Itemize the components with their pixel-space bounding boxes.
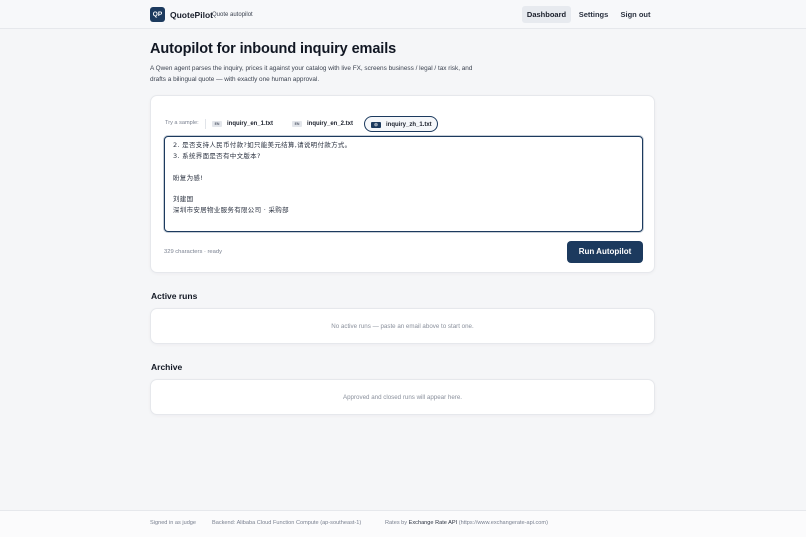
nav-dashboard[interactable]: Dashboard: [522, 6, 571, 23]
logo-icon[interactable]: QP: [150, 7, 165, 22]
sample-name: inquiry_zh_1.txt: [386, 122, 432, 128]
brand-tagline: Quote autopilot: [212, 12, 253, 18]
top-bar: QP QuotePilot Quote autopilot Dashboard …: [0, 0, 806, 29]
signed-in-status: Signed in as judge: [150, 520, 197, 526]
editor-line: 3. 系统界面是否有中文版本?: [173, 152, 261, 160]
archive-empty-message: Approved and closed runs will appear her…: [342, 394, 462, 401]
footer: Signed in as judge Backend: Alibaba Clou…: [0, 510, 806, 537]
sample-name: inquiry_en_2.txt: [307, 121, 354, 127]
sample-inquiry-en-1[interactable]: EN inquiry_en_1.txt: [206, 116, 276, 132]
inquiry-textarea[interactable]: 2. 是否支持人民币付款?如只能美元结算,请说明付款方式。 3. 系统界面是否有…: [164, 136, 643, 232]
active-runs-empty-message: No active runs — paste an email above to…: [331, 323, 474, 330]
active-runs-card: No active runs — paste an email above to…: [150, 308, 655, 344]
editor-line: 刘建国: [173, 195, 194, 203]
rates-prefix: Rates by: [385, 520, 408, 526]
rates-attribution: Rates by Exchange Rate API (https://www.…: [385, 520, 548, 526]
nav-settings[interactable]: Settings: [575, 6, 612, 23]
backend-info: Backend: Alibaba Cloud Function Compute …: [212, 520, 362, 526]
composer-card: Try a sample: EN inquiry_en_1.txt EN inq…: [150, 95, 655, 273]
rates-url: (https://www.exchangerate-api.com): [458, 520, 548, 526]
brand-name[interactable]: QuotePilot: [170, 10, 213, 20]
page-title: Autopilot for inbound inquiry emails: [150, 41, 397, 57]
language-flag-icon: EN: [292, 121, 302, 127]
rates-source-link[interactable]: Exchange Rate API: [409, 520, 458, 526]
language-flag-icon: EN: [212, 121, 222, 127]
character-count: 329 characters · ready: [164, 249, 222, 255]
archive-heading: Archive: [151, 362, 183, 372]
sample-name: inquiry_en_1.txt: [227, 121, 274, 127]
sample-inquiry-en-2[interactable]: EN inquiry_en_2.txt: [286, 116, 361, 132]
nav-sign-out[interactable]: Sign out: [617, 6, 654, 23]
editor-line: 盼复为感!: [173, 174, 204, 182]
active-runs-heading: Active runs: [151, 291, 198, 301]
run-autopilot-button[interactable]: Run Autopilot: [567, 241, 643, 263]
try-sample-label: Try a sample:: [165, 120, 199, 126]
sample-inquiry-zh-1[interactable]: 中 inquiry_zh_1.txt: [364, 116, 438, 132]
archive-card: Approved and closed runs will appear her…: [150, 379, 655, 415]
language-flag-icon: 中: [371, 122, 381, 128]
editor-line: 2. 是否支持人民币付款?如只能美元结算,请说明付款方式。: [173, 141, 352, 149]
editor-line: 深圳市安居物业服务有限公司 · 采购部: [173, 206, 289, 214]
page-description: A Qwen agent parses the inquiry, prices …: [150, 65, 473, 83]
